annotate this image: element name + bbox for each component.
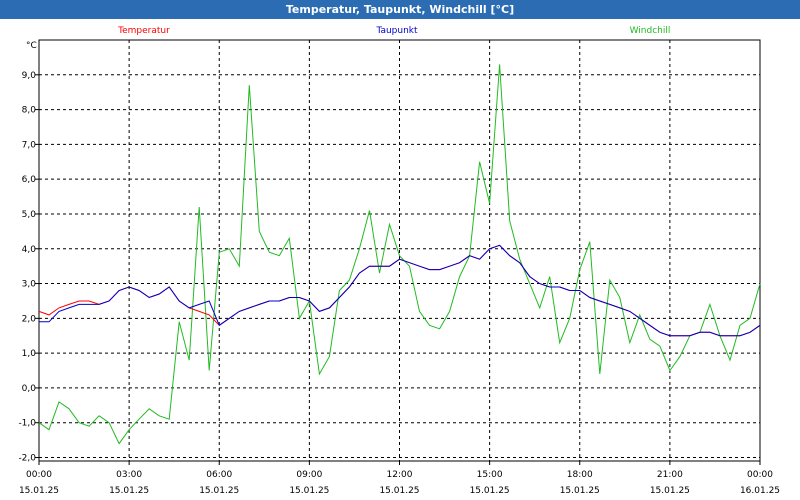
x-tick-date: 15.01.25 [379,486,419,496]
x-tick-time: 00:00 [26,470,52,480]
x-tick-date: 16.01.25 [740,486,780,496]
x-tick-time: 21:00 [657,470,683,480]
y-tick-label: 8,0 [22,106,37,116]
y-tick-label: 0,0 [22,384,37,394]
x-tick-time: 12:00 [387,470,413,480]
chart-window: Temperatur, Taupunkt, Windchill [°C] 9,0… [0,0,800,500]
x-axis: 00:00 15.01.25 03:00 15.01.25 06:00 15.01.25 0… [19,461,780,496]
x-tick-time: 15:00 [477,470,503,480]
y-tick-label: 2,0 [22,314,37,324]
y-tick-label: 9,0 [22,71,37,81]
x-tick-time: 03:00 [116,470,142,480]
x-tick-time: 18:00 [567,470,593,480]
x-tick-date: 15.01.25 [19,486,59,496]
y-tick-label: 7,0 [22,140,37,150]
x-tick-time: 09:00 [296,470,322,480]
legend-windchill: Windchill [630,26,671,36]
legend-temperatur: Temperatur [117,26,170,36]
x-tick-date: 15.01.25 [109,486,149,496]
x-tick-date: 15.01.25 [199,486,239,496]
y-tick-label: 4,0 [22,245,37,255]
line-chart: 9,0 8,0 7,0 6,0 5,0 4,0 3,0 2,0 1,0 0,0 -1,0 -2,0 0… [18,26,780,496]
y-tick-label: 3,0 [22,280,37,290]
y-tick-label: -2,0 [18,454,36,464]
y-tick-label: 6,0 [22,175,37,185]
y-tick-label: -1,0 [18,419,36,429]
x-tick-date: 15.01.25 [289,486,329,496]
legend-taupunkt: Taupunkt [375,26,418,36]
x-tick-date: 15.01.25 [470,486,510,496]
y-tick-label: 5,0 [22,210,37,220]
x-tick-date: 15.01.25 [650,486,690,496]
x-tick-date: 15.01.25 [560,486,600,496]
x-tick-time: 00:00 [747,470,773,480]
y-tick-label: 1,0 [22,349,37,359]
x-tick-time: 06:00 [206,470,232,480]
y-axis-label: °C [26,41,37,51]
y-axis: 9,0 8,0 7,0 6,0 5,0 4,0 3,0 2,0 1,0 0,0 -1,0 -2,0 [18,71,39,464]
